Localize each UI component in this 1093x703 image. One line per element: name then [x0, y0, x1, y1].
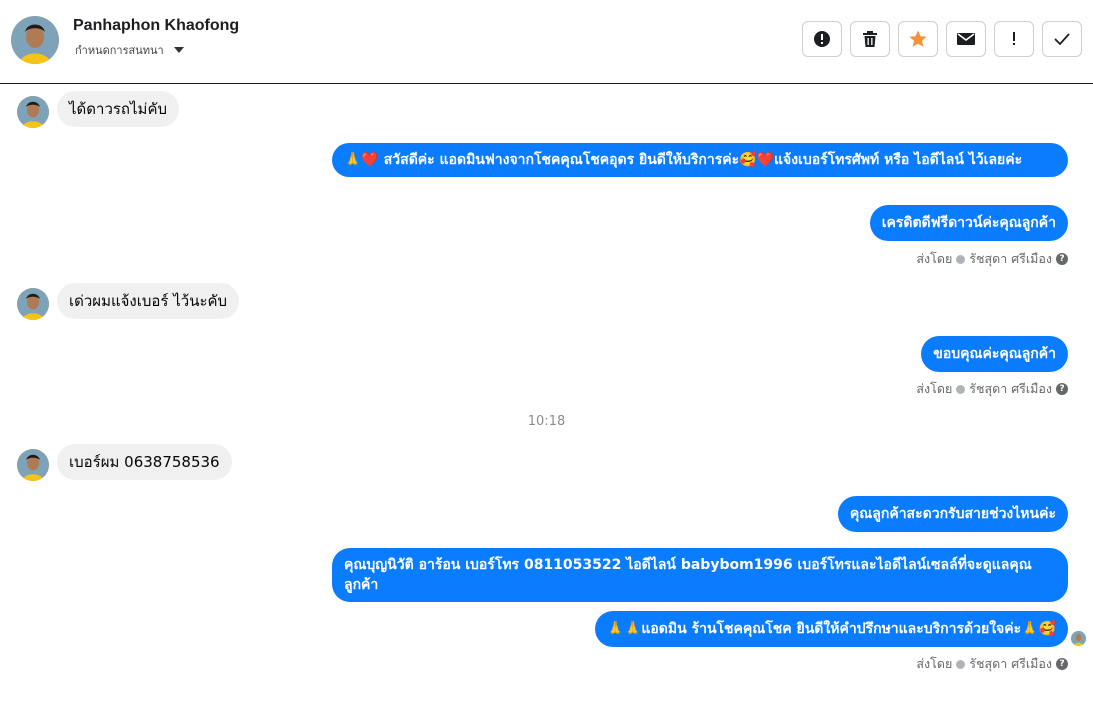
delete-button[interactable] — [850, 21, 890, 57]
outgoing-message: คุณบุญนิวัติ อาร้อน เบอร์โทร 0811053522 … — [332, 548, 1068, 602]
envelope-icon — [957, 33, 975, 45]
alert-circle-icon — [814, 31, 830, 47]
message-thread[interactable]: ได้ดาวรถไม่คับ 🙏❤️ สวัสดีค่ะ แอดมินฟางจา… — [0, 85, 1093, 703]
outgoing-message: คุณลูกค้าสะดวกรับสายช่วงไหนค่ะ — [837, 496, 1068, 532]
conversation-header: Panhaphon Khaofong กำหนดการสนทนา — [0, 0, 1093, 84]
agent-dot-icon — [956, 254, 966, 264]
trash-icon — [863, 31, 877, 47]
outgoing-message: 🙏❤️ สวัสดีค่ะ แอดมินฟางจากโชคคุณโชคอุดร … — [332, 143, 1068, 177]
sent-by-line: ส่งโดย รัชสุดา ศรีเมือง ? — [916, 654, 1068, 674]
sent-by-prefix: ส่งโดย — [916, 656, 953, 671]
sent-by-agent[interactable]: รัชสุดา ศรีเมือง — [969, 379, 1052, 399]
seen-avatar — [1071, 631, 1086, 646]
outgoing-message: ขอบคุณค่ะคุณลูกค้า — [921, 336, 1068, 372]
mark-unread-button[interactable] — [946, 21, 986, 57]
checkmark-icon — [1054, 33, 1070, 46]
message-timestamp: 10:18 — [527, 414, 566, 429]
contact-avatar-small — [17, 288, 49, 320]
sent-by-prefix: ส่งโดย — [916, 381, 953, 396]
contact-avatar-small — [17, 96, 49, 128]
outgoing-message: เครดิตดีฟรีดาวน์ค่ะคุณลูกค้า — [869, 205, 1068, 241]
contact-avatar-small — [17, 449, 49, 481]
report-button[interactable] — [802, 21, 842, 57]
outgoing-message: 🙏🙏แอดมิน ร้านโชคคุณโชค ยินดีให้คำปรึกษาแ… — [594, 611, 1068, 647]
sent-by-prefix: ส่งโดย — [916, 251, 953, 266]
star-icon — [909, 30, 927, 47]
help-icon[interactable]: ? — [1056, 383, 1068, 395]
incoming-message: ได้ดาวรถไม่คับ — [57, 91, 179, 127]
sent-by-agent[interactable]: รัชสุดา ศรีเมือง — [969, 654, 1052, 674]
star-button[interactable] — [898, 21, 938, 57]
spam-button[interactable] — [994, 21, 1034, 57]
done-button[interactable] — [1042, 21, 1082, 57]
incoming-message: เด่วผมแจ้งเบอร์ ไว้นะคับ — [57, 283, 240, 319]
contact-name: Panhaphon Khaofong — [73, 17, 240, 34]
agent-dot-icon — [956, 384, 966, 394]
agent-dot-icon — [956, 659, 966, 669]
sent-by-line: ส่งโดย รัชสุดา ศรีเมือง ? — [916, 379, 1068, 399]
sent-by-line: ส่งโดย รัชสุดา ศรีเมือง ? — [916, 249, 1068, 269]
exclamation-icon — [1013, 32, 1015, 45]
conversation-status-label: กำหนดการสนทนา — [75, 44, 164, 57]
conversation-status-dropdown[interactable]: กำหนดการสนทนา — [75, 41, 184, 59]
header-toolbar — [802, 21, 1082, 57]
incoming-message: เบอร์ผม 0638758536 — [57, 444, 232, 480]
contact-avatar[interactable] — [11, 16, 59, 64]
caret-down-icon — [173, 47, 184, 53]
sent-by-agent[interactable]: รัชสุดา ศรีเมือง — [969, 249, 1052, 269]
help-icon[interactable]: ? — [1056, 253, 1068, 265]
help-icon[interactable]: ? — [1056, 658, 1068, 670]
